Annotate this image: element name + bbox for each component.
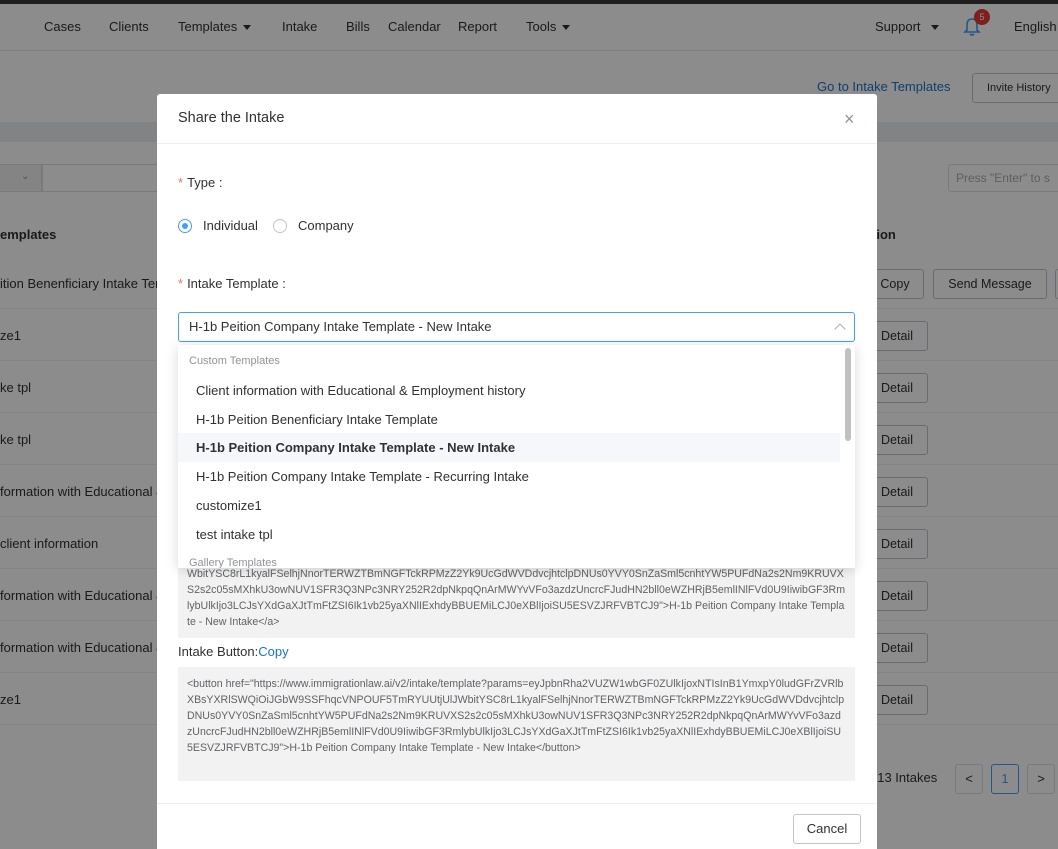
radio-company-label[interactable]: Company (298, 218, 354, 233)
radio-company[interactable] (273, 219, 287, 233)
copy-button-link[interactable]: Copy (258, 644, 288, 659)
intake-template-value: H-1b Peition Company Intake Template - N… (189, 319, 492, 334)
intake-button-label: Intake Button: (178, 644, 259, 659)
intake-link-code: WbitYSC8rL1kyalFSelhjNnorTERWZTBmNGFTckR… (178, 562, 855, 638)
type-label-text: Type (187, 175, 216, 190)
dropdown-group-gallery: Gallery Templates (189, 557, 277, 568)
chevron-up-icon (834, 323, 846, 335)
dropdown-option[interactable]: H-1b Peition Company Intake Template - R… (178, 462, 840, 491)
modal-header: Share the Intake × (157, 94, 877, 144)
dropdown-scrollbar[interactable] (845, 348, 851, 441)
dropdown-option[interactable]: Client information with Educational & Em… (178, 376, 840, 405)
template-dropdown: Custom Templates Client information with… (178, 345, 855, 568)
close-icon[interactable]: × (844, 110, 858, 128)
intake-button-code: <button href="https://www.immigrationlaw… (178, 667, 855, 781)
dropdown-option[interactable]: test intake tpl (178, 520, 840, 549)
dropdown-group-custom: Custom Templates (189, 355, 280, 367)
cancel-button[interactable]: Cancel (793, 814, 861, 844)
dropdown-option-selected[interactable]: H-1b Peition Company Intake Template - N… (178, 433, 840, 462)
modal-title: Share the Intake (178, 110, 285, 126)
dropdown-option[interactable]: customize1 (178, 491, 840, 520)
radio-individual-label[interactable]: Individual (203, 218, 258, 233)
template-label-text: Intake Template (187, 276, 279, 291)
dropdown-option[interactable]: H-1b Peition Benenficiary Intake Templat… (178, 405, 840, 434)
intake-template-select[interactable]: H-1b Peition Company Intake Template - N… (178, 312, 855, 342)
template-label: * Intake Template : (178, 276, 286, 291)
type-label: * Type : (178, 175, 223, 190)
intake-button-row: Intake Button:Copy (178, 644, 289, 659)
modal-footer (157, 803, 877, 849)
radio-individual[interactable] (178, 219, 192, 233)
